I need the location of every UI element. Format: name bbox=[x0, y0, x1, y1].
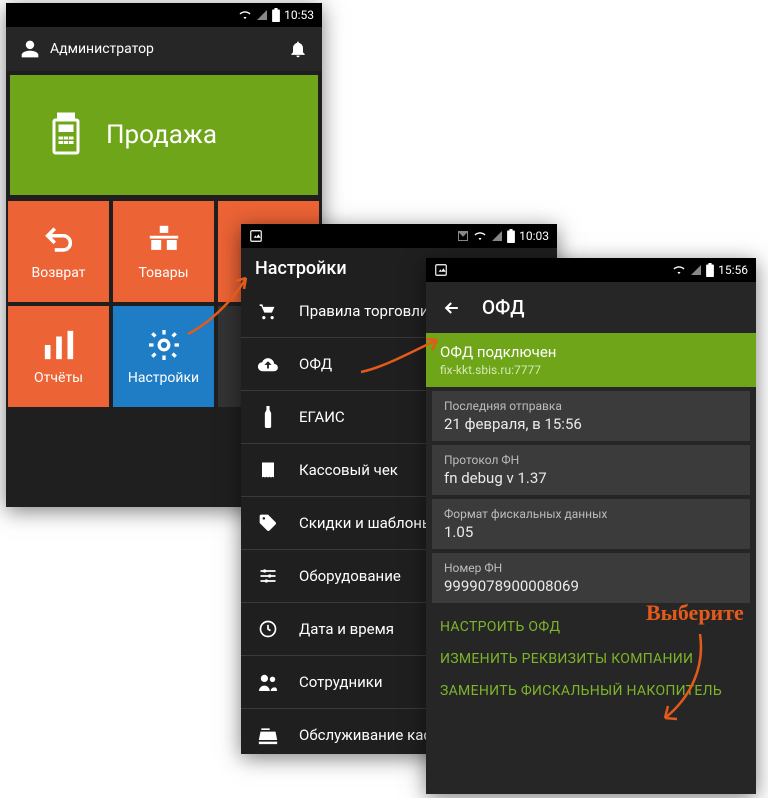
arrow-3 bbox=[650, 628, 720, 728]
dropdown-icon bbox=[457, 230, 469, 242]
back-arrow-icon[interactable] bbox=[442, 298, 462, 318]
annotation-text: Выберите bbox=[646, 600, 744, 626]
people-icon bbox=[257, 673, 279, 691]
connected-title: ОФД подключен bbox=[440, 343, 742, 361]
cloud-upload-icon bbox=[257, 355, 279, 373]
last-send-block: Последняя отправка 21 февраля, в 15:56 bbox=[432, 391, 750, 441]
gear-icon bbox=[146, 328, 182, 362]
format-block: Формат фискальных данных 1.05 bbox=[432, 499, 750, 549]
ofd-title-text: ОФД bbox=[482, 296, 524, 319]
item-label: Скидки и шаблоны bbox=[299, 514, 434, 532]
protocol-value: fn debug v 1.37 bbox=[444, 469, 738, 487]
battery-icon bbox=[706, 263, 714, 277]
signal-icon bbox=[491, 230, 503, 242]
screenshot-icon bbox=[434, 263, 448, 277]
pos-terminal-icon bbox=[48, 112, 84, 158]
user-icon bbox=[20, 39, 40, 59]
fn-number-block: Номер ФН 9999078900008069 bbox=[432, 553, 750, 603]
receipt-icon bbox=[257, 461, 279, 479]
item-label: Оборудование bbox=[299, 567, 401, 585]
signal-icon bbox=[256, 9, 268, 21]
item-label: Кассовый чек bbox=[299, 461, 398, 479]
user-label: Администратор bbox=[50, 41, 154, 57]
fn-number-value: 9999078900008069 bbox=[444, 577, 738, 595]
status-time: 15:56 bbox=[718, 263, 748, 277]
goods-icon bbox=[147, 223, 181, 257]
tune-icon bbox=[257, 566, 279, 586]
wifi-icon bbox=[672, 264, 686, 276]
return-icon bbox=[42, 223, 76, 257]
status-bar: 10:03 bbox=[241, 224, 557, 248]
status-bar: 15:56 bbox=[426, 258, 756, 282]
status-bar: 10:53 bbox=[6, 3, 322, 27]
item-label: Правила торговли bbox=[299, 302, 429, 320]
battery-icon bbox=[272, 8, 280, 22]
screenshot-icon bbox=[249, 229, 263, 243]
bell-icon[interactable] bbox=[288, 39, 308, 59]
item-label: ОФД bbox=[299, 355, 332, 373]
return-tile[interactable]: Возврат bbox=[8, 201, 109, 302]
item-label: ЕГАИС bbox=[299, 408, 345, 426]
protocol-block: Протокол ФН fn debug v 1.37 bbox=[432, 445, 750, 495]
return-label: Возврат bbox=[32, 265, 86, 281]
fn-number-label: Номер ФН bbox=[444, 561, 738, 575]
connected-address: fix-kkt.sbis.ru:7777 bbox=[440, 363, 742, 377]
reports-label: Отчёты bbox=[34, 370, 83, 386]
user-bar: Администратор bbox=[6, 27, 322, 71]
reports-tile[interactable]: Отчёты bbox=[8, 306, 109, 407]
settings-label: Настройки bbox=[128, 370, 199, 386]
last-send-value: 21 февраля, в 15:56 bbox=[444, 415, 738, 433]
protocol-label: Протокол ФН bbox=[444, 453, 738, 467]
arrow-1 bbox=[180, 268, 260, 348]
item-label: Сотрудники bbox=[299, 673, 383, 691]
format-label: Формат фискальных данных bbox=[444, 507, 738, 521]
status-time: 10:53 bbox=[284, 8, 314, 22]
bar-chart-icon bbox=[42, 328, 76, 362]
ofd-connected-banner: ОФД подключен fix-kkt.sbis.ru:7777 bbox=[426, 333, 756, 387]
battery-icon bbox=[507, 229, 515, 243]
cart-icon bbox=[257, 301, 279, 321]
last-send-label: Последняя отправка bbox=[444, 399, 738, 413]
format-value: 1.05 bbox=[444, 523, 738, 541]
wifi-icon bbox=[238, 9, 252, 21]
tag-icon bbox=[257, 513, 279, 533]
ofd-header: ОФД bbox=[426, 282, 756, 333]
bottle-icon bbox=[257, 406, 279, 428]
sale-tile[interactable]: Продажа bbox=[10, 75, 318, 195]
clock-icon bbox=[257, 619, 279, 639]
sale-label: Продажа bbox=[106, 120, 217, 150]
status-time: 10:03 bbox=[519, 229, 549, 243]
signal-icon bbox=[690, 264, 702, 276]
cash-register-icon bbox=[257, 725, 279, 745]
arrow-2 bbox=[355, 332, 445, 382]
wifi-icon bbox=[473, 230, 487, 242]
item-label: Дата и время bbox=[299, 620, 394, 638]
